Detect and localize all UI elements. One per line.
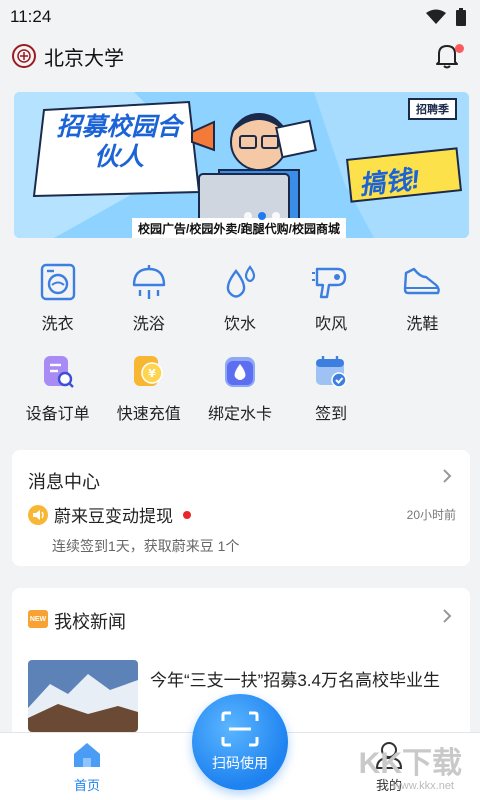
- scan-button-label: 扫码使用: [212, 755, 268, 771]
- banner-dot-active[interactable]: [258, 212, 266, 220]
- shoe-icon: [402, 262, 442, 302]
- status-icons: [426, 8, 466, 26]
- washing-machine-icon: [38, 262, 78, 302]
- message-title: 蔚来豆变动提现: [54, 507, 173, 526]
- watermark: KK下载: [358, 747, 462, 780]
- service-hair-dryer[interactable]: 吹风: [286, 262, 377, 334]
- service-drinking-water[interactable]: 饮水: [194, 262, 285, 334]
- news-badge-icon: NEW: [28, 610, 48, 628]
- school-name: 北京大学: [44, 47, 124, 70]
- service-label: 洗鞋: [406, 316, 439, 333]
- order-icon: [38, 352, 78, 392]
- service-checkin[interactable]: 签到: [286, 352, 377, 424]
- chevron-right-icon[interactable]: [442, 608, 452, 624]
- service-label: 设备订单: [25, 406, 90, 423]
- message-center-card[interactable]: 消息中心 蔚来豆变动提现 20小时前 连续签到1天，获取蔚来豆 1个: [12, 450, 470, 566]
- service-label: 快速充值: [116, 406, 181, 423]
- status-time: 11:24: [10, 7, 52, 26]
- banner-headline: 招募校园合伙人: [56, 113, 182, 171]
- service-label: 签到: [315, 406, 348, 423]
- tab-home-label: 首页: [73, 778, 100, 793]
- watermark-url: www.kkx.net: [392, 780, 454, 792]
- chevron-right-icon[interactable]: [442, 468, 452, 484]
- service-laundry[interactable]: 洗衣: [12, 262, 103, 334]
- service-bind-water-card[interactable]: 绑定水卡: [194, 352, 285, 424]
- recharge-icon: ¥: [129, 352, 169, 392]
- message-center-title: 消息中心: [28, 472, 100, 492]
- service-shoe-wash[interactable]: 洗鞋: [377, 262, 468, 334]
- notification-dot: [455, 44, 464, 53]
- water-drops-icon: [220, 262, 260, 302]
- news-thumbnail[interactable]: [28, 660, 138, 732]
- banner-dot[interactable]: [244, 212, 252, 220]
- service-shower[interactable]: 洗浴: [103, 262, 194, 334]
- school-selector[interactable]: 北京大学: [12, 42, 124, 71]
- service-label: 洗衣: [41, 316, 74, 333]
- status-bar: 11:24: [0, 0, 480, 34]
- tab-home[interactable]: 首页: [72, 741, 102, 794]
- service-label: 饮水: [223, 316, 256, 333]
- banner-caption: 校园广告/校园外卖/跑腿代购/校园商城: [132, 218, 347, 238]
- promo-banner[interactable]: 招聘季 招募校园合伙人 搞钱! 校园广告/校园外卖/跑腿代购/校园商城: [14, 92, 469, 238]
- school-logo-icon: [12, 44, 36, 68]
- banner-dot[interactable]: [272, 212, 280, 220]
- banner-tag: 招聘季: [408, 98, 457, 120]
- service-label: 洗浴: [132, 316, 165, 333]
- notification-bell[interactable]: [434, 42, 464, 70]
- shower-icon: [129, 262, 169, 302]
- service-label: 吹风: [315, 316, 348, 333]
- wifi-icon: [426, 9, 446, 24]
- scan-to-use-button[interactable]: 扫码使用: [192, 694, 288, 790]
- hair-dryer-icon: [311, 262, 351, 302]
- service-device-orders[interactable]: 设备订单: [12, 352, 103, 424]
- water-card-icon: [220, 352, 260, 392]
- service-quick-recharge[interactable]: ¥ 快速充值: [103, 352, 194, 424]
- banner-cta: 搞钱!: [357, 163, 422, 201]
- message-time: 20小时前: [406, 508, 456, 522]
- message-item[interactable]: 蔚来豆变动提现: [28, 502, 191, 527]
- service-grid-row-1: 洗衣 洗浴 饮水 吹风 洗鞋: [12, 262, 468, 334]
- service-grid-row-2: 设备订单 ¥ 快速充值 绑定水卡 签到: [12, 352, 468, 424]
- speaker-icon: [28, 504, 48, 525]
- school-news-title: 我校新闻: [54, 612, 126, 632]
- battery-icon: [456, 8, 466, 26]
- home-icon: [74, 743, 100, 767]
- scan-icon: [221, 711, 259, 747]
- checkin-calendar-icon: [311, 352, 351, 392]
- app-header: 北京大学: [0, 34, 480, 78]
- news-headline[interactable]: 今年“三支一扶”招募3.4万名高校毕业生: [150, 668, 456, 694]
- banner-pagination: [244, 212, 280, 220]
- svg-text:¥: ¥: [148, 367, 156, 380]
- message-description: 连续签到1天，获取蔚来豆 1个: [52, 538, 240, 554]
- service-label: 绑定水卡: [207, 406, 272, 423]
- unread-dot: [183, 510, 191, 519]
